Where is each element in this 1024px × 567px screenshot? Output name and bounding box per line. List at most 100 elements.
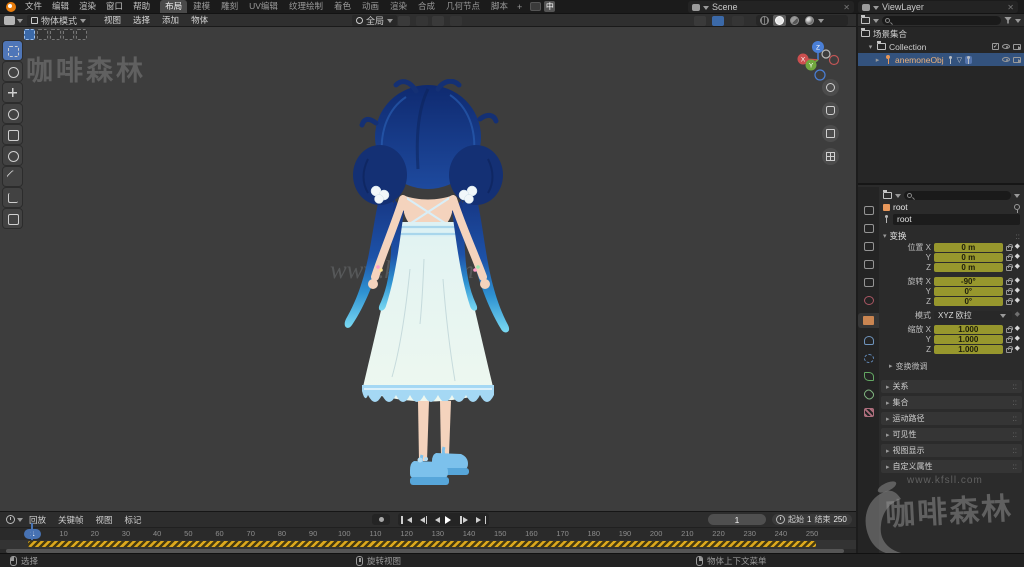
timeline-menu-item[interactable]: 标记 bbox=[119, 514, 148, 526]
shading-material-button[interactable] bbox=[788, 15, 801, 26]
play-button[interactable] bbox=[445, 515, 455, 524]
physics-tab[interactable] bbox=[863, 353, 875, 364]
viewport-menu-item[interactable]: 添加 bbox=[156, 14, 185, 26]
workspace-tab[interactable]: 布局 bbox=[160, 0, 188, 13]
timeline-channel-area[interactable] bbox=[0, 540, 856, 549]
transform-tool[interactable] bbox=[3, 146, 22, 165]
lock-icon[interactable] bbox=[1005, 263, 1013, 271]
unlink-scene-icon[interactable]: ✕ bbox=[843, 3, 850, 12]
outliner-search-input[interactable] bbox=[882, 15, 1001, 25]
snap-magnet-icon[interactable] bbox=[416, 16, 428, 26]
properties-section-header[interactable]: 集合 bbox=[881, 396, 1022, 409]
view-layer-selector[interactable]: ViewLayer ✕ bbox=[858, 1, 1018, 13]
jump-to-end-button[interactable] bbox=[475, 515, 486, 524]
timeline-menu-item[interactable]: 视图 bbox=[90, 514, 119, 526]
select-intersect-icon[interactable] bbox=[76, 29, 87, 40]
keyframe-diamond-icon[interactable]: ◆ bbox=[1015, 344, 1020, 354]
workspace-tab[interactable]: 脚本 bbox=[486, 0, 513, 13]
add-primitive-tool[interactable] bbox=[3, 209, 22, 228]
viewport-3d[interactable]: 咖啡森林 www.kfsll.com bbox=[0, 27, 856, 511]
keyframe-diamond-icon[interactable]: ◆ bbox=[1015, 310, 1020, 320]
transform-value-field[interactable]: 0 m bbox=[934, 262, 1003, 272]
render-tab[interactable] bbox=[863, 223, 875, 234]
properties-section-header[interactable]: 运动路径 bbox=[881, 412, 1022, 425]
properties-search-input[interactable] bbox=[904, 190, 1011, 200]
timeline-ruler[interactable]: 10 20 30 40 50 60 70 80 90 100 110 120 130 140 150 160 1… bbox=[0, 528, 856, 540]
properties-section-header[interactable]: 可见性 bbox=[881, 428, 1022, 441]
outliner-row-collection[interactable]: ▾ Collection ✓ bbox=[858, 40, 1024, 53]
properties-section-header[interactable]: 视图显示 bbox=[881, 444, 1022, 457]
workspace-tab[interactable]: UV编辑 bbox=[244, 0, 283, 13]
menu-item[interactable]: 文件 bbox=[21, 0, 46, 13]
object-name-field[interactable]: root bbox=[893, 213, 1020, 225]
prev-keyframe-button[interactable] bbox=[417, 515, 427, 524]
snap-target-icon[interactable] bbox=[432, 16, 444, 26]
constraints-tab[interactable] bbox=[863, 335, 875, 346]
character-model[interactable] bbox=[318, 79, 538, 499]
annotate-tool[interactable] bbox=[3, 167, 22, 186]
select-subtract-icon[interactable] bbox=[50, 29, 61, 40]
window-icon[interactable] bbox=[530, 2, 542, 11]
play-reverse-button[interactable] bbox=[432, 516, 440, 523]
auto-keying-button[interactable] bbox=[372, 514, 390, 525]
keyframe-diamond-icon[interactable]: ◆ bbox=[1015, 296, 1020, 306]
hide-viewport-icon[interactable] bbox=[1002, 57, 1010, 62]
transform-value-field[interactable]: 1.000 bbox=[934, 344, 1003, 354]
object-data-tab[interactable] bbox=[863, 371, 875, 382]
disable-render-icon[interactable] bbox=[1013, 56, 1021, 63]
tool-tab[interactable] bbox=[863, 205, 875, 216]
mode-dropdown[interactable]: 物体模式 bbox=[27, 14, 91, 26]
transform-panel-header[interactable]: 变换 bbox=[881, 229, 1022, 242]
keyframe-diamond-icon[interactable]: ◆ bbox=[1015, 252, 1020, 262]
workspace-tab[interactable]: 动画 bbox=[357, 0, 384, 13]
transform-value-field[interactable]: 0° bbox=[934, 286, 1003, 296]
properties-editor-icon[interactable] bbox=[883, 189, 892, 199]
transform-value-field[interactable]: 1.000 bbox=[934, 324, 1003, 334]
lock-icon[interactable] bbox=[1005, 253, 1013, 261]
filter-icon[interactable] bbox=[1004, 16, 1012, 24]
measure-tool[interactable] bbox=[3, 188, 22, 207]
select-box-tool[interactable] bbox=[3, 41, 22, 60]
object-tab-active[interactable] bbox=[858, 313, 879, 328]
shading-wireframe-button[interactable] bbox=[758, 15, 771, 26]
keyframe-diamond-icon[interactable]: ◆ bbox=[1015, 242, 1020, 252]
blender-logo-icon[interactable] bbox=[6, 1, 16, 12]
zoom-icon[interactable] bbox=[822, 79, 839, 96]
select-new-icon[interactable] bbox=[24, 29, 35, 40]
keyframe-diamond-icon[interactable]: ◆ bbox=[1015, 324, 1020, 334]
pan-hand-icon[interactable] bbox=[822, 102, 839, 119]
playhead-line[interactable] bbox=[31, 523, 33, 540]
workspace-tab[interactable]: 渲染 bbox=[385, 0, 412, 13]
transform-value-field[interactable]: 0 m bbox=[934, 242, 1003, 252]
keyframe-diamond-icon[interactable]: ◆ bbox=[1015, 276, 1020, 286]
rotation-mode-dropdown[interactable]: XYZ 欧拉 bbox=[934, 310, 1012, 320]
workspace-tab[interactable]: 雕刻 bbox=[216, 0, 243, 13]
transform-value-field[interactable]: 0 m bbox=[934, 252, 1003, 262]
lock-icon[interactable] bbox=[1005, 345, 1013, 353]
rotate-tool[interactable] bbox=[3, 104, 22, 123]
select-extend-icon[interactable] bbox=[37, 29, 48, 40]
lock-icon[interactable] bbox=[1005, 287, 1013, 295]
delta-transform-section[interactable]: 变换微调 bbox=[881, 360, 1022, 372]
pin-icon[interactable] bbox=[1014, 204, 1020, 213]
end-frame-field[interactable]: 250 bbox=[833, 515, 846, 524]
menu-item[interactable]: 帮助 bbox=[129, 0, 154, 13]
timeline-menu-item[interactable]: 回放 bbox=[23, 514, 52, 526]
checkbox-icon[interactable]: ✓ bbox=[992, 43, 999, 50]
transform-value-field[interactable]: 1.000 bbox=[934, 334, 1003, 344]
shading-solid-button[interactable] bbox=[773, 15, 786, 26]
next-keyframe-button[interactable] bbox=[460, 515, 471, 524]
timeline-menu-item[interactable]: 关键帧 bbox=[52, 514, 90, 526]
pivot-point-icon[interactable] bbox=[398, 16, 410, 26]
add-workspace-button[interactable]: + bbox=[513, 2, 526, 12]
current-frame-field[interactable]: 1 bbox=[708, 514, 766, 525]
view-layer-tab[interactable] bbox=[863, 259, 875, 270]
viewport-menu-item[interactable]: 选择 bbox=[127, 14, 156, 26]
properties-section-header[interactable]: 自定义属性 bbox=[881, 460, 1022, 473]
timeline-editor-icon[interactable] bbox=[6, 515, 15, 524]
menu-item[interactable]: 窗口 bbox=[102, 0, 127, 13]
disable-render-icon[interactable] bbox=[1013, 43, 1021, 50]
workspace-tab[interactable]: 合成 bbox=[413, 0, 440, 13]
shading-rendered-button[interactable] bbox=[803, 15, 816, 26]
overlays-toggle-icon[interactable] bbox=[712, 16, 724, 26]
